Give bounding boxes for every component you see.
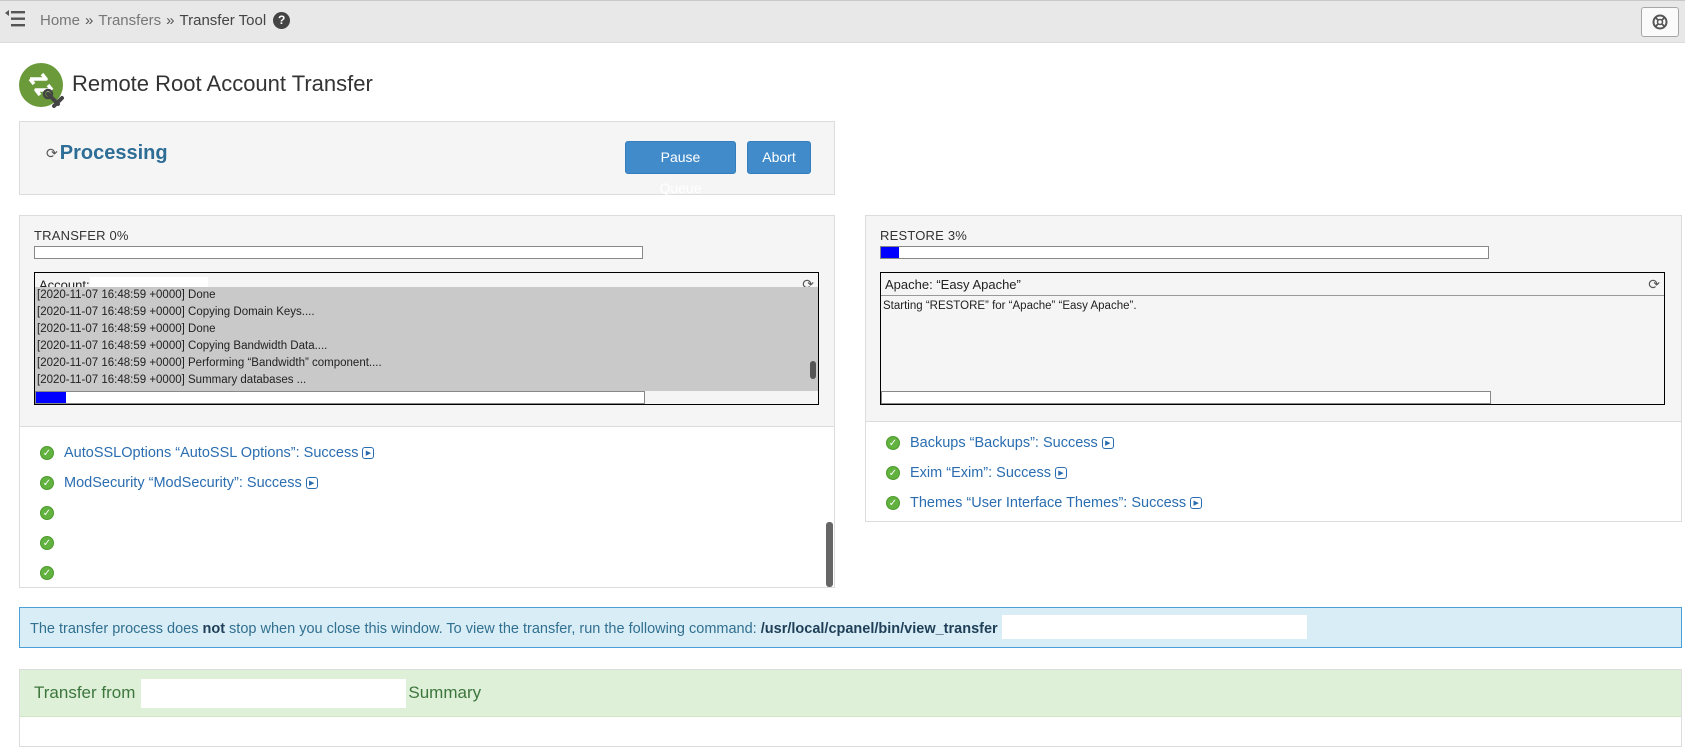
restore-panel: RESTORE 3% Apache: “Easy Apache” ⟳ Start… xyxy=(865,215,1682,522)
info-text: stop when you close this window. To view… xyxy=(225,620,761,637)
transfer-panel: TRANSFER 0% Account: ⟳ [2020-11-07 16:48… xyxy=(19,215,835,588)
transfer-progress-bar xyxy=(34,246,643,259)
result-link[interactable]: Exim “Exim”: Success xyxy=(910,465,1051,481)
redacted-transfer-id xyxy=(1001,615,1307,639)
transfer-panel-header: TRANSFER 0% Account: ⟳ [2020-11-07 16:48… xyxy=(20,216,834,427)
result-item: ✓ ModSecurity “ModSecurity”: Success ▶ xyxy=(40,468,374,498)
success-icon: ✓ xyxy=(40,536,54,550)
result-link[interactable]: Backups “Backups”: Success xyxy=(910,435,1098,451)
expand-icon[interactable]: ▶ xyxy=(362,447,375,459)
result-item: ✓ xyxy=(40,528,374,558)
transfer-item-progress-fill xyxy=(36,392,67,403)
result-item: ✓ Exim “Exim”: Success ▶ xyxy=(886,458,1202,488)
summary-prefix: Transfer from xyxy=(34,683,136,702)
summary-suffix: Summary xyxy=(408,683,482,702)
result-link[interactable]: ModSecurity “ModSecurity”: Success xyxy=(64,475,302,491)
expand-icon[interactable]: ▶ xyxy=(1055,467,1067,479)
processing-status-text: Processing xyxy=(59,142,168,164)
expand-icon[interactable]: ▶ xyxy=(305,477,318,489)
result-item: ✓ Themes “User Interface Themes”: Success… xyxy=(886,488,1203,518)
restore-panel-header: RESTORE 3% Apache: “Easy Apache” ⟳ Start… xyxy=(866,216,1681,422)
transfer-percent: 0% xyxy=(109,228,129,243)
log-line: [2020-11-07 16:48:59 +0000] Copying Band… xyxy=(37,340,328,352)
restore-log-body[interactable]: Starting “RESTORE” for “Apache” “Easy Ap… xyxy=(881,296,1664,391)
breadcrumb-transfers[interactable]: Transfers xyxy=(98,12,161,29)
log-line: [2020-11-07 16:48:59 +0000] Summary data… xyxy=(37,374,307,386)
restore-progress-fill xyxy=(881,247,900,258)
expand-icon[interactable]: ▶ xyxy=(1190,497,1203,509)
transfer-label-text: TRANSFER xyxy=(34,228,106,243)
restore-item-progress-bar xyxy=(881,391,1491,404)
processing-panel: ⟳ Processing Pause Queue Abort xyxy=(19,121,835,196)
transfer-results: ✓ AutoSSLOptions “AutoSSL Options”: Succe… xyxy=(40,438,375,588)
transfer-log: Account: ⟳ [2020-11-07 16:48:59 +0000] D… xyxy=(34,272,819,405)
restore-item-label: Apache: “Easy Apache” xyxy=(885,277,1021,292)
processing-status: ⟳ Processing xyxy=(46,142,168,165)
breadcrumb-separator: » xyxy=(166,12,175,29)
log-line: Starting “RESTORE” for “Apache” “Easy Ap… xyxy=(883,300,1137,312)
log-scrollbar[interactable] xyxy=(810,361,816,379)
success-icon: ✓ xyxy=(886,466,900,480)
breadcrumb-current: Transfer Tool xyxy=(179,12,267,29)
breadcrumb-home[interactable]: Home xyxy=(40,12,80,29)
top-bar: Home » Transfers » Transfer Tool ? xyxy=(0,0,1685,43)
expand-icon[interactable]: ▶ xyxy=(1101,437,1114,449)
success-icon: ✓ xyxy=(886,496,900,510)
success-icon: ✓ xyxy=(40,506,54,520)
restore-log-header: Apache: “Easy Apache” ⟳ xyxy=(881,273,1664,296)
log-line: [2020-11-07 16:48:59 +0000] Copying Doma… xyxy=(37,306,315,318)
restore-label-text: RESTORE xyxy=(880,228,945,243)
log-line: [2020-11-07 16:48:59 +0000] Performing “… xyxy=(37,357,382,369)
lifebuoy-icon xyxy=(1652,14,1668,30)
success-icon: ✓ xyxy=(40,476,54,490)
info-banner: The transfer process does not stop when … xyxy=(19,607,1682,648)
pause-queue-button[interactable]: Pause Queue xyxy=(625,141,736,196)
menu-toggle-icon[interactable] xyxy=(4,9,28,33)
results-scrollbar[interactable] xyxy=(826,522,833,587)
summary-panel: Transfer from Summary xyxy=(19,669,1682,747)
redacted-host xyxy=(141,678,407,708)
restore-log: Apache: “Easy Apache” ⟳ Starting “RESTOR… xyxy=(880,272,1665,405)
restore-results: ✓ Backups “Backups”: Success ▶ ✓ Exim “Exim… xyxy=(886,428,1203,518)
result-link[interactable]: Themes “User Interface Themes”: Success xyxy=(910,495,1186,511)
log-line: [2020-11-07 16:48:59 +0000] Done xyxy=(37,289,216,301)
result-item: ✓ AutoSSLOptions “AutoSSL Options”: Succe… xyxy=(40,438,375,468)
restore-percent: 3% xyxy=(947,228,968,243)
log-line: [2020-11-07 16:48:59 +0000] Done xyxy=(37,323,216,335)
breadcrumb-separator: » xyxy=(85,12,94,29)
transfer-item-progress-bar xyxy=(35,391,645,404)
page-title: Remote Root Account Transfer xyxy=(72,71,373,96)
info-emphasis: not xyxy=(202,620,226,637)
success-icon: ✓ xyxy=(40,446,54,460)
abort-button[interactable]: Abort xyxy=(747,141,811,174)
help-icon[interactable]: ? xyxy=(273,12,291,29)
refresh-icon[interactable]: ⟳ xyxy=(1648,276,1660,293)
success-icon: ✓ xyxy=(40,566,54,580)
transfer-log-body[interactable]: [2020-11-07 16:48:59 +0000] Done [2020-1… xyxy=(35,287,818,391)
result-link[interactable]: AutoSSLOptions “AutoSSL Options”: Succes… xyxy=(64,445,358,461)
result-item: ✓ xyxy=(40,558,374,588)
lifebuoy-button[interactable] xyxy=(1641,7,1679,37)
result-item: ✓ Backups “Backups”: Success ▶ xyxy=(886,428,1202,458)
view-transfer-command: /usr/local/cpanel/bin/view_transfer xyxy=(760,620,998,637)
result-item: ✓ xyxy=(40,498,374,528)
restore-label: RESTORE 3% xyxy=(880,228,967,243)
transfer-label: TRANSFER 0% xyxy=(34,228,129,243)
summary-header: Transfer from Summary xyxy=(20,670,1681,717)
sync-icon: ⟳ xyxy=(46,145,58,161)
info-text: The transfer process does xyxy=(30,620,203,637)
success-icon: ✓ xyxy=(886,436,900,450)
transfer-tool-icon xyxy=(18,62,66,110)
restore-progress-bar xyxy=(880,246,1489,259)
breadcrumb: Home » Transfers » Transfer Tool ? xyxy=(40,12,291,29)
